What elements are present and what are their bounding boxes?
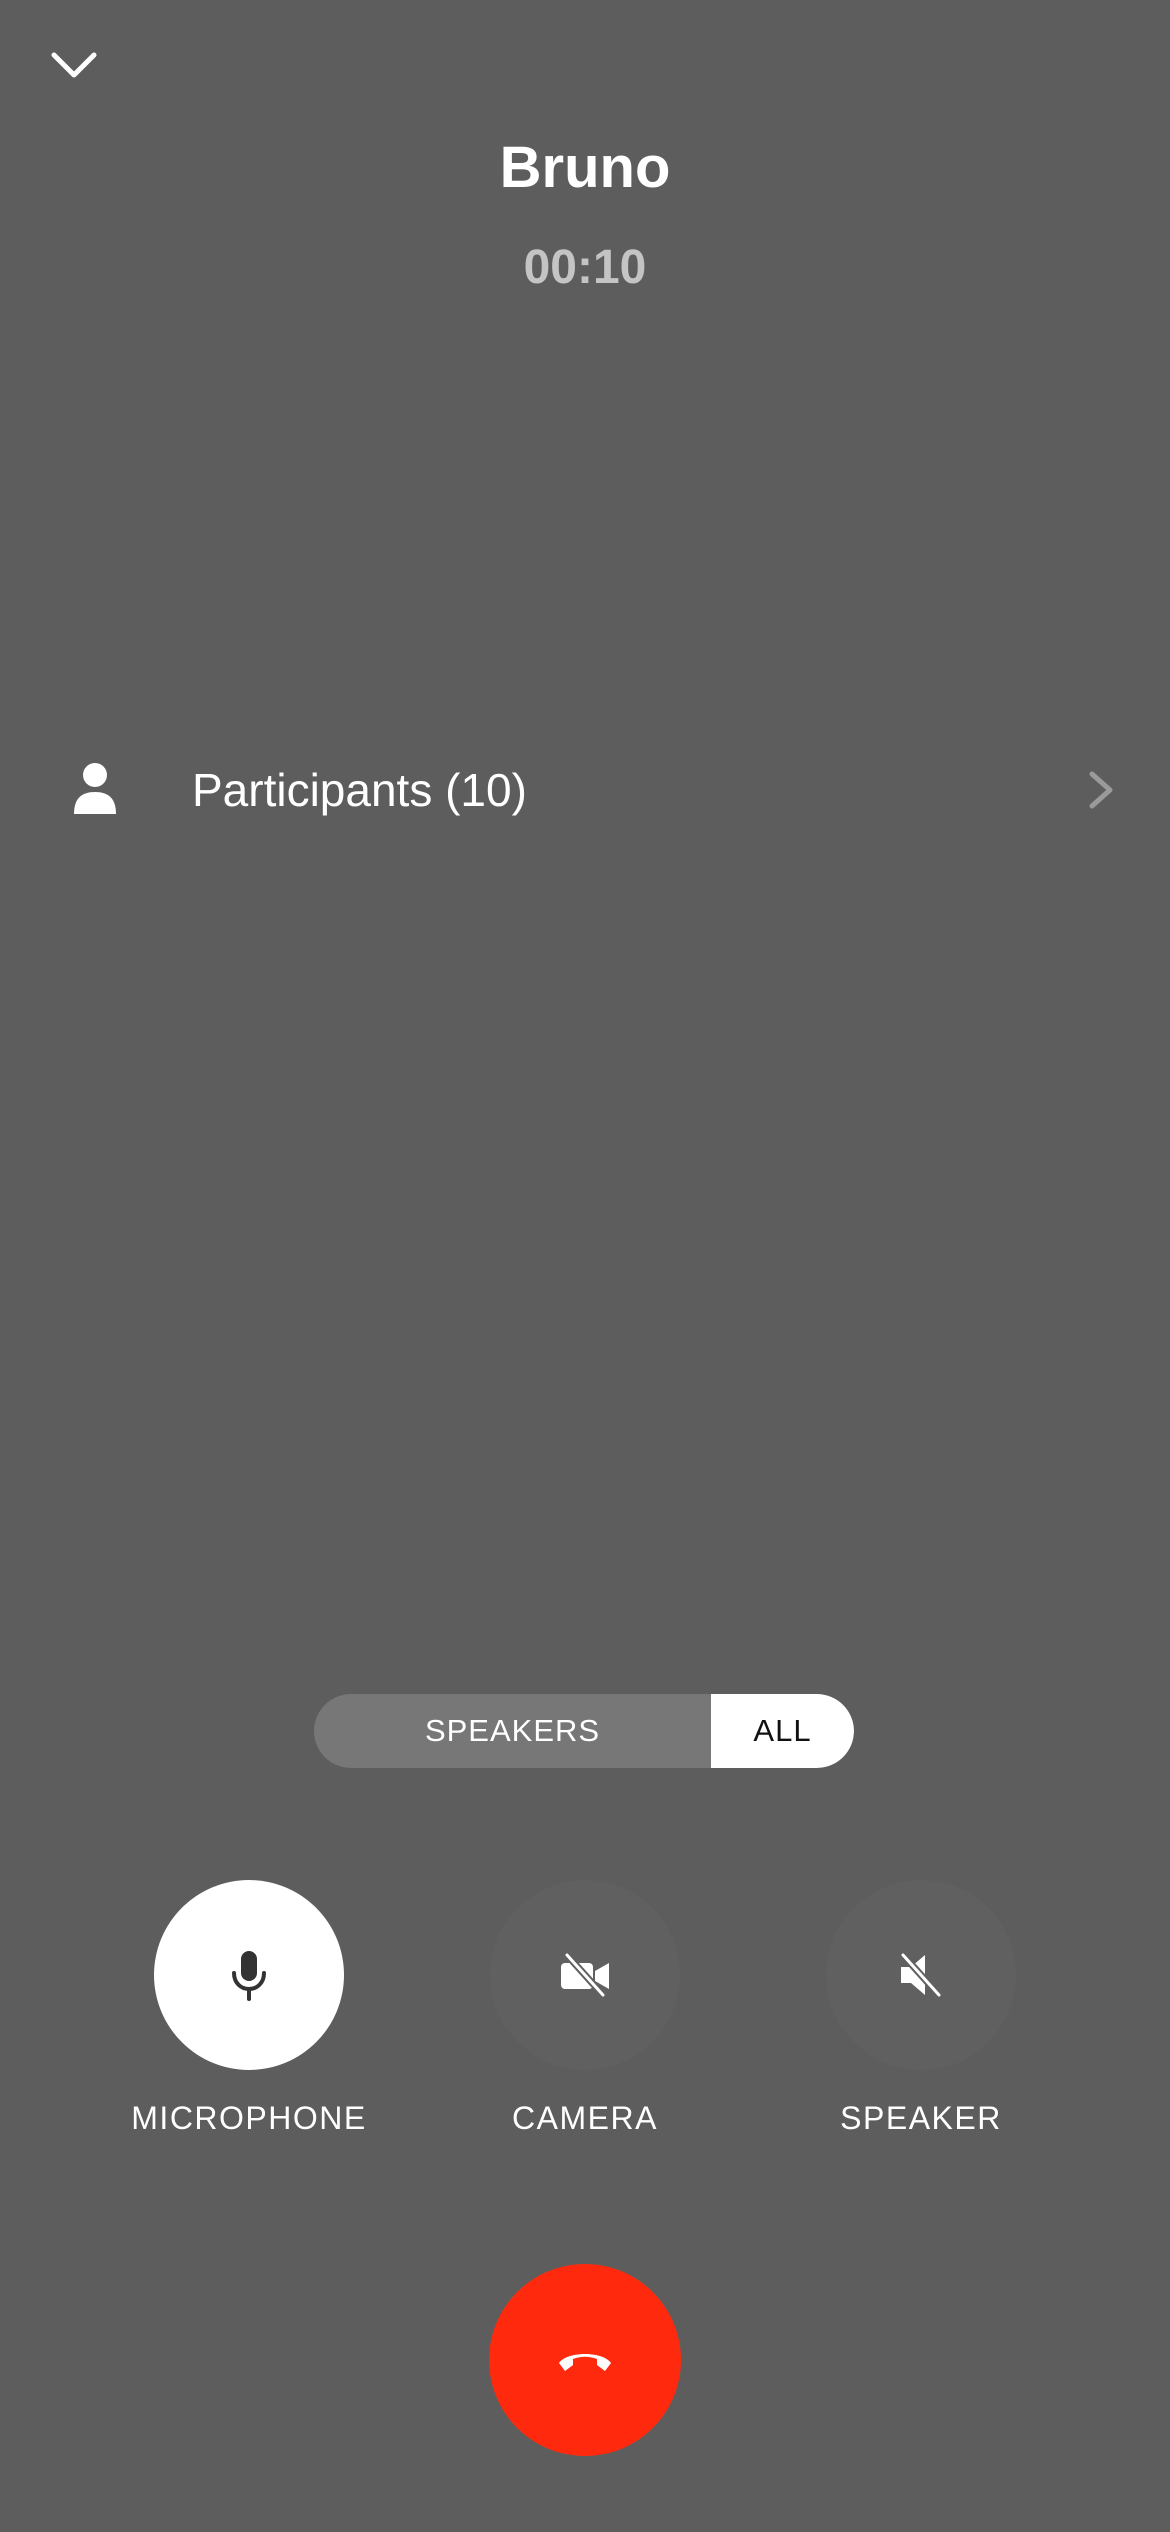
microphone-label: MICROPHONE	[131, 2100, 367, 2136]
chevron-right-icon	[1089, 771, 1113, 809]
hang-up-icon	[559, 2354, 611, 2371]
microphone-button[interactable]	[154, 1880, 344, 2070]
speaker-label: SPEAKER	[840, 2100, 1002, 2136]
toggle-all[interactable]: ALL	[711, 1694, 854, 1768]
camera-label: CAMERA	[512, 2100, 658, 2136]
speaker-control: SPEAKER	[771, 1880, 1071, 2138]
participants-row[interactable]: Participants (10)	[0, 740, 1170, 840]
view-toggle: SPEAKERS ALL	[314, 1694, 854, 1768]
person-icon	[74, 763, 116, 814]
microphone-control: MICROPHONE	[99, 1880, 399, 2138]
participants-label: Participants (10)	[192, 764, 527, 816]
microphone-icon	[232, 1951, 266, 2001]
collapse-button[interactable]	[38, 36, 110, 96]
speaker-button[interactable]	[826, 1880, 1016, 2070]
chevron-down-icon	[51, 52, 97, 78]
toggle-speakers[interactable]: SPEAKERS	[314, 1694, 711, 1768]
speaker-muted-icon	[899, 1951, 943, 1999]
caller-name: Bruno	[499, 135, 671, 200]
camera-button[interactable]	[490, 1880, 680, 2070]
end-call-button[interactable]	[489, 2264, 681, 2456]
call-timer: 00:10	[523, 241, 647, 294]
camera-off-icon	[561, 1953, 609, 1997]
camera-control: CAMERA	[435, 1880, 735, 2138]
